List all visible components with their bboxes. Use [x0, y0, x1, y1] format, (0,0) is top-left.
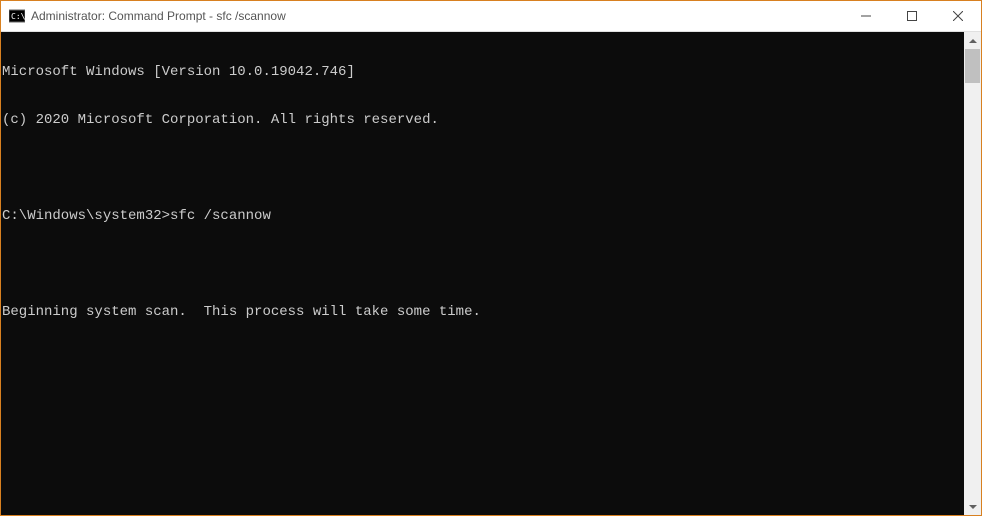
maximize-button[interactable] — [889, 1, 935, 31]
scrollbar-thumb[interactable] — [965, 49, 980, 83]
svg-text:C:\: C:\ — [11, 12, 25, 21]
scrollbar-down-arrow[interactable] — [964, 498, 981, 515]
console-area: Microsoft Windows [Version 10.0.19042.74… — [1, 31, 981, 515]
console-line — [2, 352, 964, 368]
scrollbar-up-arrow[interactable] — [964, 32, 981, 49]
cmd-icon: C:\ — [9, 8, 25, 24]
minimize-button[interactable] — [843, 1, 889, 31]
window-title: Administrator: Command Prompt - sfc /sca… — [31, 9, 843, 23]
command-prompt-window: C:\ Administrator: Command Prompt - sfc … — [0, 0, 982, 516]
window-controls — [843, 1, 981, 31]
console-line: Microsoft Windows [Version 10.0.19042.74… — [2, 64, 964, 80]
console-line: C:\Windows\system32>sfc /scannow — [2, 208, 964, 224]
close-button[interactable] — [935, 1, 981, 31]
titlebar[interactable]: C:\ Administrator: Command Prompt - sfc … — [1, 1, 981, 31]
console-line: Beginning system scan. This process will… — [2, 304, 964, 320]
console-line: (c) 2020 Microsoft Corporation. All righ… — [2, 112, 964, 128]
console-line — [2, 160, 964, 176]
vertical-scrollbar[interactable] — [964, 32, 981, 515]
console-line — [2, 256, 964, 272]
console-output[interactable]: Microsoft Windows [Version 10.0.19042.74… — [1, 32, 964, 515]
